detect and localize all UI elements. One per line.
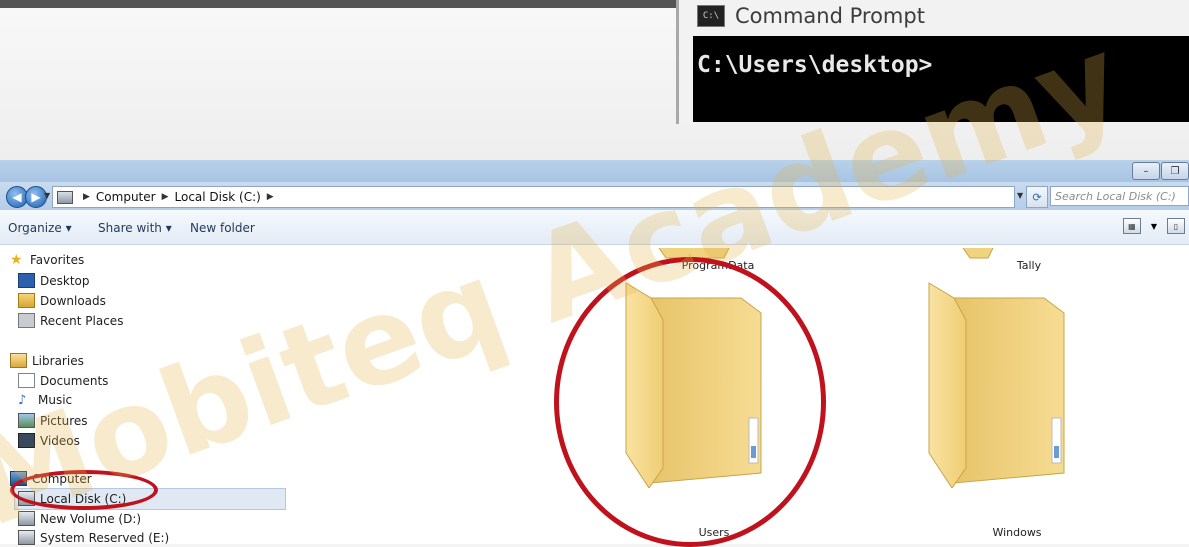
recent-pages-dropdown-icon[interactable]: ▼ [44, 191, 50, 200]
command-prompt-titlebar[interactable]: C:\ Command Prompt [697, 4, 925, 28]
command-prompt-window[interactable]: C:\ Command Prompt C:\Users\desktop> [676, 0, 1189, 124]
folder-label-windows: Windows [992, 526, 1042, 539]
highlight-ring-local-disk [10, 470, 158, 510]
address-bar[interactable]: ▶ Computer ▶ Local Disk (C:) ▶ [52, 186, 1015, 208]
drive-e-icon [18, 530, 35, 545]
nav-music[interactable]: ♪ Music [18, 393, 72, 407]
star-icon: ★ [10, 251, 23, 268]
drive-icon [57, 190, 73, 204]
file-list: ProgramData Tally Users Windows [286, 245, 1189, 547]
libraries-icon [10, 353, 27, 368]
search-input[interactable]: Search Local Disk (C:) [1050, 186, 1189, 206]
breadcrumb-local-disk[interactable]: Local Disk (C:) [175, 190, 261, 204]
view-dropdown-icon[interactable]: ▼ [1151, 222, 1157, 231]
organize-button[interactable]: Organize ▾ [8, 221, 72, 235]
breadcrumb-separator-icon[interactable]: ▶ [162, 192, 169, 202]
breadcrumb-separator-icon[interactable]: ▶ [267, 192, 274, 202]
explorer-window: – ❐ ◀ ▶ ▼ ▶ Computer ▶ Local Disk (C:) ▶… [0, 160, 1189, 547]
command-prompt-line: C:\Users\desktop> [697, 52, 933, 78]
command-bar: Organize ▾ Share with ▾ New folder ▦ ▼ ▯ [0, 210, 1189, 245]
change-view-icon[interactable]: ▦ [1122, 218, 1141, 234]
new-folder-button[interactable]: New folder [190, 221, 255, 235]
nav-favorites[interactable]: ★ Favorites [10, 251, 84, 268]
nav-documents[interactable]: Documents [18, 373, 108, 388]
address-dropdown-icon[interactable]: ▼ [1017, 191, 1023, 200]
breadcrumb-computer[interactable]: Computer [96, 190, 156, 204]
music-icon: ♪ [18, 392, 27, 408]
breadcrumb-separator-icon[interactable]: ▶ [83, 192, 90, 202]
restore-button[interactable]: ❐ [1161, 162, 1189, 180]
desktop-icon [18, 273, 35, 288]
highlight-ring-users [554, 257, 826, 547]
command-prompt-console[interactable]: C:\Users\desktop> [693, 36, 1189, 122]
nav-system-reserved-e[interactable]: System Reserved (E:) [18, 530, 169, 545]
documents-icon [18, 373, 35, 388]
command-prompt-title: Command Prompt [735, 4, 925, 28]
nav-pictures[interactable]: Pictures [18, 413, 88, 428]
drive-d-icon [18, 511, 35, 526]
nav-downloads[interactable]: Downloads [18, 293, 106, 308]
nav-videos[interactable]: Videos [18, 433, 80, 448]
folder-icon [928, 282, 1065, 489]
nav-desktop[interactable]: Desktop [18, 273, 90, 288]
refresh-button[interactable]: ⟳ [1026, 186, 1048, 208]
videos-icon [18, 433, 35, 448]
share-with-button[interactable]: Share with ▾ [98, 221, 172, 235]
recent-places-icon [18, 313, 35, 328]
preview-pane-icon[interactable]: ▯ [1167, 218, 1185, 234]
explorer-titlebar[interactable]: – ❐ [0, 160, 1189, 182]
minimize-button[interactable]: – [1132, 162, 1160, 180]
folder-label-tally: Tally [1016, 259, 1042, 272]
cmd-icon: C:\ [697, 5, 725, 27]
address-row: ◀ ▶ ▼ ▶ Computer ▶ Local Disk (C:) ▶ ▼ ⟳… [0, 182, 1189, 210]
folder-windows[interactable] [924, 278, 1074, 492]
downloads-icon [18, 293, 35, 308]
nav-libraries[interactable]: Libraries [10, 353, 84, 368]
nav-new-volume-d[interactable]: New Volume (D:) [18, 511, 141, 526]
nav-recent-places[interactable]: Recent Places [18, 313, 123, 328]
pictures-icon [18, 413, 35, 428]
